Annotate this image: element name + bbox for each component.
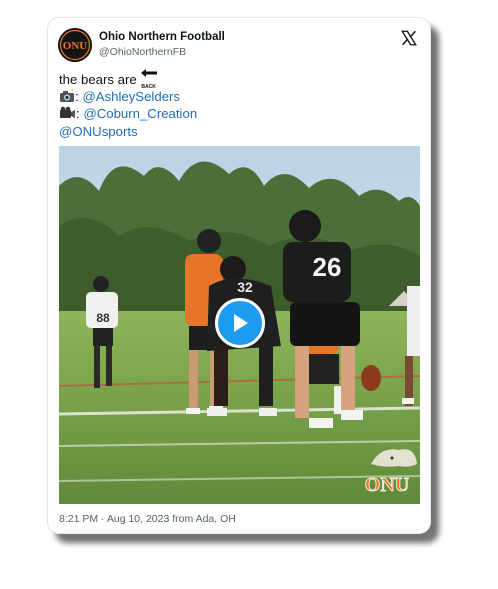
mention-videographer[interactable]: @Coburn_Creation bbox=[83, 106, 197, 121]
jersey-right-number: 26 bbox=[313, 252, 342, 282]
tweet-lead-text: the bears are bbox=[59, 72, 137, 87]
author-handle[interactable]: @OhioNorthernFB bbox=[99, 46, 186, 58]
play-button[interactable] bbox=[215, 298, 265, 348]
author-name[interactable]: Ohio Northern Football bbox=[99, 31, 225, 43]
watermark-text: ONU bbox=[365, 474, 409, 496]
avatar[interactable]: ONU bbox=[58, 28, 92, 62]
play-icon bbox=[234, 314, 248, 332]
back-label: BACK bbox=[141, 84, 156, 90]
tweet-card: ONU Ohio Northern Football @OhioNorthern… bbox=[47, 17, 431, 534]
mention-onusports[interactable]: @ONUsports bbox=[59, 124, 138, 139]
tweet-text: the bears are BACK : @AshleySelders: @C… bbox=[59, 69, 197, 141]
video-camera-icon bbox=[59, 106, 76, 125]
x-logo-icon[interactable] bbox=[400, 29, 418, 47]
tweet-line-1: the bears are BACK bbox=[59, 69, 197, 90]
back-arrow-icon: BACK bbox=[140, 69, 158, 90]
svg-text:ONU: ONU bbox=[63, 40, 88, 52]
mention-photographer[interactable]: @AshleySelders bbox=[82, 89, 180, 104]
jersey-left-number: 88 bbox=[96, 311, 110, 325]
timestamp[interactable]: 8:21 PM · Aug 10, 2023 from Ada, OH bbox=[59, 513, 236, 525]
tweet-line-2: : @AshleySelders bbox=[59, 88, 197, 106]
tweet-line-4: @ONUsports bbox=[59, 123, 197, 141]
tweet-line-3: : @Coburn_Creation bbox=[59, 105, 197, 123]
jersey-center-number: 32 bbox=[237, 279, 253, 295]
video-media[interactable]: 88 32 26 ONU bbox=[59, 146, 420, 504]
